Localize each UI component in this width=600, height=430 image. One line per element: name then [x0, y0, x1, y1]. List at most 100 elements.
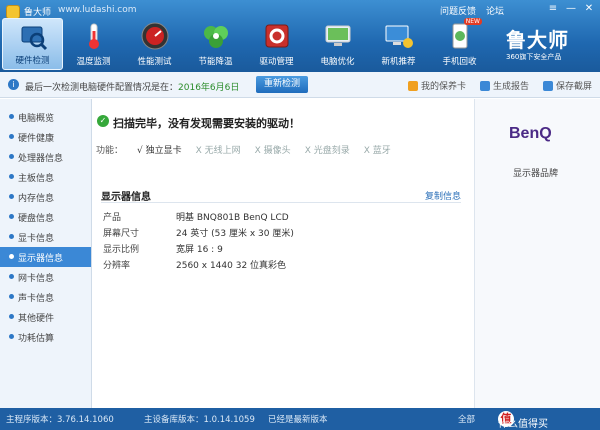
feature-wifi: X 无线上网 [195, 146, 241, 156]
spec-label: 显示比例 [103, 245, 140, 255]
phone-icon [452, 23, 468, 49]
nav-label: 电脑优化 [320, 57, 355, 67]
nav-label: 手机回收 [442, 57, 477, 67]
nav-hardware-detect[interactable]: 硬件检测 [2, 18, 63, 70]
brand-caption: 显示器品牌 [513, 169, 559, 179]
spec-value: 2560 x 1440 32 位真彩色 [176, 261, 287, 271]
update-status: 已经是最新版本 [268, 415, 328, 425]
sidebar-item-health[interactable]: 硬件健康 [0, 127, 91, 147]
nav-phone-recycle[interactable]: NEW 手机回收 [429, 18, 490, 70]
sidebar-item-network[interactable]: 网卡信息 [0, 267, 91, 287]
sidebar-item-power[interactable]: 功耗估算 [0, 327, 91, 347]
generate-report-label: 生成报告 [492, 82, 529, 92]
last-check-date: 2016年6月6日 [178, 83, 240, 93]
last-check-label: 最后一次检测电脑硬件配置情况是在： [25, 83, 179, 93]
db-version: 主设备库版本：1.0.14.1059 [144, 415, 255, 425]
spec-row: 显示比例 宽屏 16 : 9 [103, 242, 223, 255]
spec-row: 产品 明基 BNQ801B BenQ LCD [103, 210, 289, 223]
app-title: 鲁大师 [24, 8, 52, 18]
sidebar-item-sound[interactable]: 声卡信息 [0, 287, 91, 307]
leaf-icon [204, 26, 228, 48]
brand-block: 鲁大师 360旗下安全产品 [506, 20, 586, 66]
spec-value: 宽屏 16 : 9 [176, 245, 223, 255]
toolbar-right: 我的保养卡 生成报告 保存截屏 [407, 79, 592, 92]
save-screenshot-link[interactable]: 保存截屏 [542, 79, 592, 92]
thermometer-icon [89, 23, 99, 49]
sidebar-item-motherboard[interactable]: 主板信息 [0, 167, 91, 187]
maintenance-card-label: 我的保养卡 [420, 82, 466, 92]
app-window: 鲁大师 www.ludashi.com 问题反馈 论坛 ≡ — ✕ 硬件检测 温… [0, 0, 600, 430]
sidebar-item-disk[interactable]: 硬盘信息 [0, 207, 91, 227]
app-url: www.ludashi.com [58, 5, 137, 15]
main-version: 主程序版本：3.76.14.1060 [6, 415, 114, 425]
main-panel: ✓ 扫描完毕，没有发现需要安装的驱动！ 功能： √ 独立显卡 X 无线上网 X … [93, 99, 473, 408]
footer-partial-label: 全部 [458, 415, 476, 425]
report-icon [479, 80, 490, 91]
info-icon: i [8, 79, 19, 90]
feature-camera: X 摄像头 [254, 146, 291, 156]
sidebar-item-overview[interactable]: 电脑概览 [0, 107, 91, 127]
maintenance-card-link[interactable]: 我的保养卡 [407, 79, 466, 92]
nav-performance[interactable]: 性能测试 [124, 18, 185, 70]
features-label: 功能： [96, 146, 124, 156]
nav-recommend[interactable]: 新机推荐 [368, 18, 429, 70]
spec-value: 明基 BNQ801B BenQ LCD [176, 213, 289, 223]
info-bar: i 最后一次检测电脑硬件配置情况是在：2016年6月6日 重新检测 我的保养卡 … [0, 72, 600, 98]
nav-driver[interactable]: 驱动管理 [246, 18, 307, 70]
nav-label: 驱动管理 [259, 57, 294, 67]
hardware-icon [21, 26, 48, 51]
speedometer-icon [141, 22, 169, 50]
save-screenshot-label: 保存截屏 [555, 82, 592, 92]
brand-name: 鲁大师 [506, 28, 569, 52]
watermark-text: 什么值得买 [498, 419, 548, 430]
top-links: 问题反馈 论坛 [440, 4, 504, 17]
window-controls: ≡ — ✕ [546, 3, 596, 16]
status-bar: 主程序版本：3.76.14.1060 主设备库版本：1.0.14.1059 已经… [0, 408, 600, 430]
main-nav: 硬件检测 温度监测 性能测试 节能降温 驱动管理 电脑优化 新机推荐 NEW 手… [2, 18, 490, 70]
nav-optimize[interactable]: 电脑优化 [307, 18, 368, 70]
feature-list: 功能： √ 独立显卡 X 无线上网 X 摄像头 X 光盘刻录 X 蓝牙 [96, 143, 391, 156]
spec-value: 24 英寸 (53 厘米 x 30 厘米) [176, 229, 294, 239]
sidebar: 电脑概览 硬件健康 处理器信息 主板信息 内存信息 硬盘信息 显卡信息 显示器信… [0, 99, 92, 408]
sidebar-item-gpu[interactable]: 显卡信息 [0, 227, 91, 247]
nav-label: 硬件检测 [15, 56, 50, 66]
new-badge: NEW [463, 18, 482, 25]
feedback-link[interactable]: 问题反馈 [440, 4, 476, 17]
brand-subtitle: 360旗下安全产品 [506, 53, 562, 61]
spec-row: 屏幕尺寸 24 英寸 (53 厘米 x 30 厘米) [103, 226, 294, 239]
divider [101, 202, 461, 203]
forum-link[interactable]: 论坛 [486, 4, 504, 17]
nav-label: 温度监测 [76, 57, 111, 67]
watermark: 值 什么值得买 [498, 410, 594, 430]
copy-info-link[interactable]: 复制信息 [425, 189, 461, 202]
check-icon: ✓ [97, 115, 109, 127]
feature-bluetooth: X 蓝牙 [363, 146, 391, 156]
nav-label: 性能测试 [137, 57, 172, 67]
benq-logo: BenQ [509, 125, 552, 142]
sidebar-item-memory[interactable]: 内存信息 [0, 187, 91, 207]
sidebar-item-monitor[interactable]: 显示器信息 [0, 247, 91, 267]
close-button[interactable]: ✕ [582, 3, 596, 16]
optimize-icon [325, 25, 351, 46]
monitor-icon [385, 25, 413, 48]
header: 鲁大师 www.ludashi.com 问题反馈 论坛 ≡ — ✕ 硬件检测 温… [0, 0, 600, 72]
feature-disc-burn: X 光盘刻录 [304, 146, 350, 156]
camera-icon [542, 80, 553, 91]
generate-report-link[interactable]: 生成报告 [479, 79, 529, 92]
scan-result-message: 扫描完毕，没有发现需要安装的驱动！ [113, 117, 300, 130]
sidebar-item-other[interactable]: 其他硬件 [0, 307, 91, 327]
recheck-button[interactable]: 重新检测 [256, 76, 308, 93]
section-title: 显示器信息 [101, 192, 151, 203]
sidebar-item-cpu[interactable]: 处理器信息 [0, 147, 91, 167]
app-logo-icon [6, 5, 20, 19]
nav-energy[interactable]: 节能降温 [185, 18, 246, 70]
nav-label: 节能降温 [198, 57, 233, 67]
menu-button[interactable]: ≡ [546, 3, 560, 16]
last-check-text: 最后一次检测电脑硬件配置情况是在：2016年6月6日 [25, 80, 239, 93]
driver-icon [265, 24, 289, 48]
nav-temperature[interactable]: 温度监测 [63, 18, 124, 70]
minimize-button[interactable]: — [564, 3, 578, 16]
feature-gpu: √ 独立显卡 [137, 146, 182, 156]
spec-label: 屏幕尺寸 [103, 229, 140, 239]
spec-label: 产品 [103, 213, 122, 223]
